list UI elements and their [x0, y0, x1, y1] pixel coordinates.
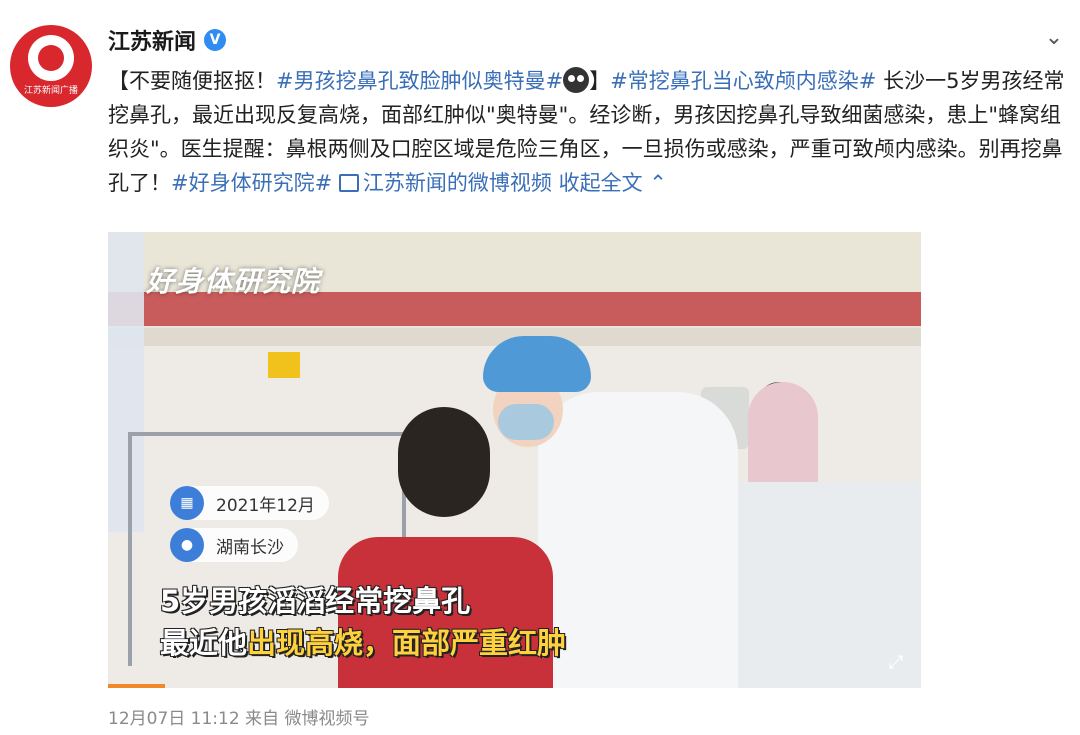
date-pill: ▦ 2021年12月: [170, 486, 329, 520]
account-avatar[interactable]: 江苏新闻广播: [10, 25, 92, 107]
hashtag-link[interactable]: #好身体研究院#: [171, 171, 332, 195]
video-date: 2021年12月: [216, 495, 315, 516]
wall-sign: [268, 352, 300, 378]
collapse-label: 收起全文: [551, 171, 643, 195]
video-brand-watermark: 好身体研究院: [146, 265, 321, 298]
video-player[interactable]: 好身体研究院 ▦ 2021年12月 ● 湖南长沙 5岁男孩滔滔经常挖鼻孔 最近他…: [108, 232, 921, 688]
video-location: 湖南长沙: [216, 537, 284, 558]
video-icon: [338, 174, 359, 192]
caption-line-2: 最近他出现高烧，面部严重红肿: [160, 620, 566, 662]
post-body-text: [332, 171, 339, 195]
chevron-down-icon[interactable]: ⌄: [1042, 26, 1066, 50]
collapse-text-button[interactable]: 收起全文 ⌃: [552, 171, 667, 195]
post-meta: 12月07日 11:12 来自 微博视频号: [108, 709, 370, 729]
location-pill: ● 湖南长沙: [170, 528, 298, 562]
caption-line-1: 5岁男孩滔滔经常挖鼻孔: [160, 584, 471, 618]
hashtag-link[interactable]: #男孩挖鼻孔致脸肿似奥特曼#: [276, 69, 563, 93]
account-name[interactable]: 江苏新闻: [108, 24, 196, 56]
video-progress-bar[interactable]: [108, 684, 165, 688]
post-text: 【不要随便抠抠！#男孩挖鼻孔致脸肿似奥特曼# 】#常挖鼻孔当心致颅内感染# 长沙一…: [108, 64, 1068, 200]
post-body-text: 】: [589, 69, 611, 93]
caption-line-2-prefix: 最近他: [160, 626, 248, 660]
hashtag-link[interactable]: #常挖鼻孔当心致颅内感染#: [610, 69, 876, 93]
doctor-figure: [538, 392, 738, 688]
chevron-up-icon: ⌃: [642, 171, 667, 195]
emoji-icon: [563, 67, 590, 93]
post-author: 江苏新闻 V: [108, 24, 227, 56]
video-source-label: 江苏新闻的微博视频: [362, 171, 552, 195]
logo-ring: [28, 35, 74, 81]
verified-badge-icon: V: [204, 29, 227, 51]
calendar-icon: ▦: [170, 486, 204, 520]
caption-line-2-highlight: 出现高烧，面部严重红肿: [247, 626, 567, 660]
video-source-link[interactable]: 江苏新闻的微博视频: [338, 171, 552, 195]
expand-icon[interactable]: ⤢: [885, 652, 907, 674]
location-pin-icon: ●: [170, 528, 204, 562]
avatar-logo-text: 江苏新闻广播: [23, 86, 78, 96]
post-body-text: 【不要随便抠抠！: [108, 69, 276, 93]
